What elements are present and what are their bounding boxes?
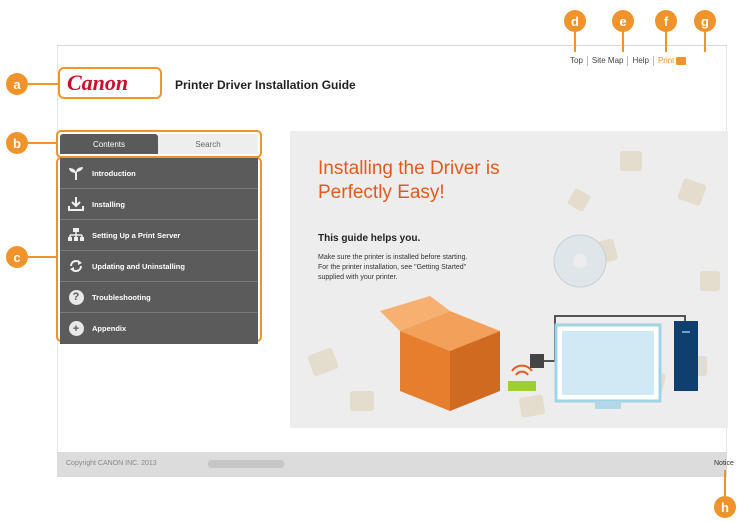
nav-label: Updating and Uninstalling (92, 261, 185, 271)
tab-search[interactable]: Search (158, 134, 258, 154)
hero-title: Installing the Driver is Perfectly Easy! (318, 157, 500, 205)
callout-c-line (28, 256, 56, 258)
hero-subtitle: This guide helps you. (318, 233, 421, 244)
nav-item-installing[interactable]: Installing (60, 189, 258, 220)
callout-d: d (564, 10, 586, 32)
download-icon (66, 196, 86, 212)
hero-title-line-2: Perfectly Easy! (318, 182, 445, 203)
callout-d-line (574, 32, 576, 52)
callout-g: g (694, 10, 716, 32)
nav-label: Installing (92, 199, 125, 209)
top-links: Top Site Map Help Print (566, 56, 690, 66)
footer-bar (57, 452, 727, 477)
callout-b-line (28, 142, 56, 144)
nav-label: Introduction (92, 168, 136, 178)
callout-b: b (6, 132, 28, 154)
canon-logo[interactable]: Canon (67, 70, 128, 96)
hero-text-line-2: For the printer installation, see "Getti… (318, 264, 467, 271)
network-icon (66, 227, 86, 243)
copyright-text: Copyright CANON INC. 2013 (66, 460, 157, 467)
print-label: Print (657, 56, 675, 65)
nav-item-introduction[interactable]: Introduction (60, 158, 258, 189)
plus-icon: + (66, 321, 86, 337)
blurred-code (208, 460, 284, 468)
site-map-link[interactable]: Site Map (586, 56, 628, 66)
tab-contents[interactable]: Contents (60, 134, 158, 154)
callout-e-line (622, 32, 624, 52)
print-link[interactable]: Print (652, 56, 690, 66)
sprout-icon (66, 165, 86, 181)
callout-f: f (655, 10, 677, 32)
header-divider (57, 45, 727, 46)
nav-item-updating[interactable]: Updating and Uninstalling (60, 251, 258, 282)
nav-label: Appendix (92, 324, 127, 333)
callout-g-line (704, 32, 706, 52)
contents-nav: Introduction Installing Setting Up a Pri… (60, 158, 258, 344)
hero-banner: Installing the Driver is Perfectly Easy!… (290, 131, 728, 428)
question-icon: ? (66, 289, 86, 305)
nav-item-print-server[interactable]: Setting Up a Print Server (60, 220, 258, 251)
notice-link[interactable]: Notice (714, 460, 734, 467)
hero-text: Make sure the printer is installed befor… (318, 253, 538, 283)
hero-title-line-1: Installing the Driver is (318, 158, 500, 179)
hero-text-line-3: supplied with your printer. (318, 274, 398, 281)
printer-icon (676, 56, 687, 65)
hero-text-line-1: Make sure the printer is installed befor… (318, 254, 468, 261)
callout-h-line (724, 470, 726, 496)
top-link[interactable]: Top (566, 56, 587, 66)
callout-a-line (28, 83, 58, 85)
refresh-icon (66, 258, 86, 274)
help-link[interactable]: Help (627, 56, 652, 66)
callout-c: c (6, 246, 28, 268)
callout-e: e (612, 10, 634, 32)
nav-item-troubleshooting[interactable]: ? Troubleshooting (60, 282, 258, 313)
nav-item-appendix[interactable]: + Appendix (60, 313, 258, 344)
callout-f-line (665, 32, 667, 52)
nav-label: Setting Up a Print Server (92, 230, 181, 240)
page-title: Printer Driver Installation Guide (175, 78, 356, 92)
callout-a: a (6, 73, 28, 95)
callout-h: h (714, 496, 736, 518)
nav-label: Troubleshooting (92, 292, 151, 302)
